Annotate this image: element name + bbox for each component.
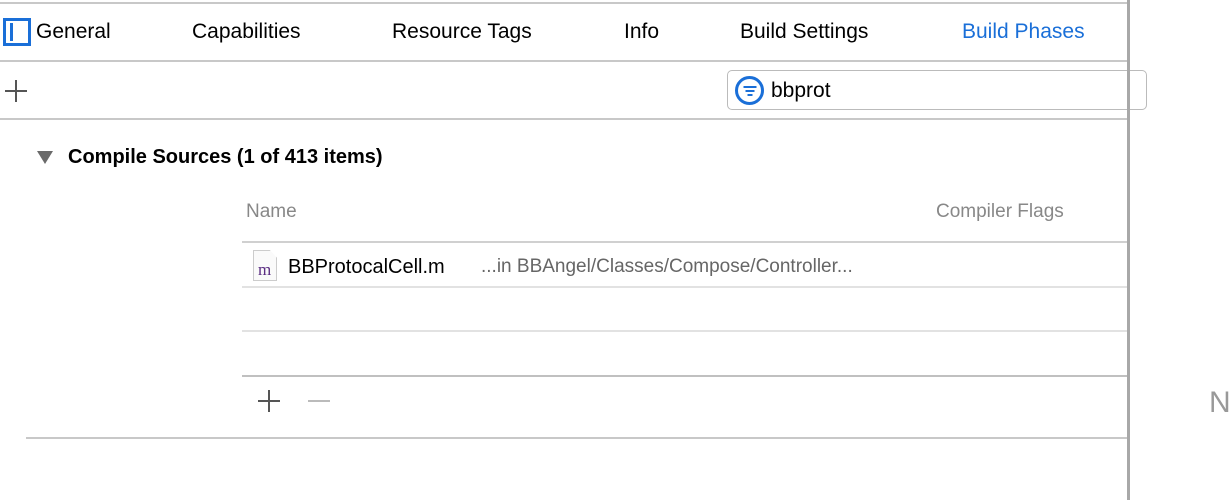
filter-value: bbprot (771, 79, 831, 102)
file-path: ...in BBAngel/Classes/Compose/Controller… (481, 256, 853, 277)
divider (26, 437, 1128, 439)
disclosure-triangle-icon[interactable] (37, 151, 53, 164)
divider (242, 375, 1128, 377)
row-divider (242, 330, 1128, 332)
filter-input[interactable]: bbprot (727, 70, 1147, 110)
tab-capabilities[interactable]: Capabilities (192, 20, 301, 44)
column-header-name[interactable]: Name (246, 201, 297, 223)
top-border (0, 2, 1128, 4)
tab-resource-tags[interactable]: Resource Tags (392, 20, 532, 44)
filter-icon (735, 76, 764, 105)
divider (0, 118, 1128, 120)
panel-divider[interactable] (1127, 0, 1130, 500)
tab-build-phases[interactable]: Build Phases (962, 20, 1085, 44)
add-file-button[interactable] (258, 390, 280, 412)
add-phase-button[interactable] (5, 80, 27, 102)
remove-file-button[interactable] (308, 400, 330, 402)
divider (0, 60, 1128, 62)
tab-info[interactable]: Info (624, 20, 659, 44)
column-header-compiler-flags[interactable]: Compiler Flags (936, 201, 1064, 223)
tab-general[interactable]: General (36, 20, 111, 44)
file-name: BBProtocalCell.m (288, 256, 445, 278)
sidebar-toggle-icon[interactable] (3, 18, 31, 46)
divider (242, 241, 1128, 243)
row-divider (242, 286, 1128, 288)
right-panel-text: N (1209, 386, 1230, 419)
tab-build-settings[interactable]: Build Settings (740, 20, 868, 44)
m-file-icon: m (253, 250, 277, 281)
section-title: Compile Sources (1 of 413 items) (68, 146, 383, 168)
